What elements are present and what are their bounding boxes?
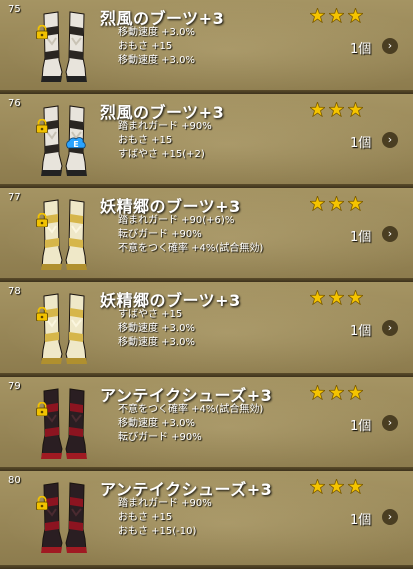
star-icon	[346, 477, 365, 495]
item-number: 80	[8, 475, 21, 486]
star-icon	[346, 383, 365, 401]
lock-icon[interactable]	[35, 306, 49, 322]
item-number: 78	[8, 286, 21, 297]
boots-image	[32, 102, 96, 180]
rating-stars	[308, 383, 367, 404]
lock-icon[interactable]	[35, 495, 49, 511]
rating-stars	[308, 100, 367, 121]
rating-stars	[308, 6, 367, 27]
chevron-right-icon[interactable]: ›	[382, 320, 398, 336]
item-stats: 踏まれガード +90% おもさ +15 すばやさ +15(+2)	[118, 120, 212, 162]
lock-icon[interactable]	[35, 118, 49, 134]
star-icon	[308, 288, 327, 306]
stat-line: おもさ +15(-10)	[118, 526, 197, 537]
stat-line: おもさ +15	[118, 41, 173, 52]
item-row[interactable]: 78 妖精郷のブーツ+3 すばやさ +15 移動速度 +3.0% 移動速度 +3.0%…	[0, 282, 413, 377]
boots-image	[32, 385, 96, 463]
item-number: 75	[8, 4, 21, 15]
lock-icon[interactable]	[35, 401, 49, 417]
stat-line: おもさ +15	[118, 512, 173, 523]
boots-image	[32, 290, 96, 368]
stat-line: 移動速度 +3.0%	[118, 55, 195, 66]
item-number: 77	[8, 192, 21, 203]
star-icon	[346, 100, 365, 118]
item-stats: 不意をつく確率 +4%(試合無効) 移動速度 +3.0% 転びガード +90%	[118, 403, 263, 445]
item-row[interactable]: 76 E 烈風のブーツ+3 踏まれガード +90% おもさ +15 すばやさ +15(+…	[0, 94, 413, 188]
stat-line: 踏まれガード +90%	[118, 498, 212, 509]
boots-image	[32, 196, 96, 274]
star-icon	[308, 100, 327, 118]
item-stats: 踏まれガード +90% おもさ +15 おもさ +15(-10)	[118, 497, 212, 539]
lock-icon[interactable]	[35, 24, 49, 40]
equipped-label: E	[73, 140, 78, 149]
star-icon	[327, 383, 346, 401]
item-quantity: 1個	[350, 324, 372, 339]
chevron-right-icon[interactable]: ›	[382, 226, 398, 242]
item-stats: 踏まれガード +90(+6)% 転びガード +90% 不意をつく確率 +4%(試合無…	[118, 214, 263, 256]
stat-line: 移動速度 +3.0%	[118, 337, 195, 348]
item-stats: 移動速度 +3.0% おもさ +15 移動速度 +3.0%	[118, 26, 195, 68]
lock-icon[interactable]	[35, 212, 49, 228]
item-quantity: 1個	[350, 513, 372, 528]
item-stats: すばやさ +15 移動速度 +3.0% 移動速度 +3.0%	[118, 308, 195, 350]
chevron-right-icon[interactable]: ›	[382, 132, 398, 148]
star-icon	[327, 477, 346, 495]
star-icon	[346, 6, 365, 24]
item-number: 79	[8, 381, 21, 392]
star-icon	[327, 6, 346, 24]
item-row[interactable]: 79 アンテイクシューズ+3 不意をつく確率 +4%(試合無効) 移動速度 +3.0…	[0, 377, 413, 471]
star-icon	[327, 194, 346, 212]
boots-image	[32, 8, 96, 86]
rating-stars	[308, 477, 367, 498]
item-row[interactable]: 77 妖精郷のブーツ+3 踏まれガード +90(+6)% 転びガード +90% 不意を…	[0, 188, 413, 282]
stat-line: すばやさ +15	[118, 309, 183, 320]
stat-line: 移動速度 +3.0%	[118, 27, 195, 38]
star-icon	[346, 288, 365, 306]
stat-line: 転びガード +90%	[118, 229, 202, 240]
item-row[interactable]: 80 アンテイクシューズ+3 踏まれガード +90% おもさ +15 おもさ +15(…	[0, 471, 413, 569]
star-icon	[327, 100, 346, 118]
item-quantity: 1個	[350, 230, 372, 245]
star-icon	[308, 477, 327, 495]
chevron-right-icon[interactable]: ›	[382, 509, 398, 525]
stat-line: 不意をつく確率 +4%(試合無効)	[118, 243, 264, 254]
stat-line: 転びガード +90%	[118, 432, 202, 443]
chevron-right-icon[interactable]: ›	[382, 415, 398, 431]
item-row[interactable]: 75 烈風のブーツ+3 移動速度 +3.0% おもさ +15 移動速度 +3.0% 1個…	[0, 0, 413, 94]
stat-line: 不意をつく確率 +4%(試合無効)	[118, 404, 264, 415]
rating-stars	[308, 194, 367, 215]
stat-line: 踏まれガード +90(+6)%	[118, 215, 235, 226]
item-list: 75 烈風のブーツ+3 移動速度 +3.0% おもさ +15 移動速度 +3.0% 1個…	[0, 0, 413, 569]
stat-line: おもさ +15	[118, 135, 173, 146]
chevron-right-icon[interactable]: ›	[382, 38, 398, 54]
item-quantity: 1個	[350, 42, 372, 57]
item-quantity: 1個	[350, 136, 372, 151]
stat-line: 移動速度 +3.0%	[118, 323, 195, 334]
star-icon	[327, 288, 346, 306]
rating-stars	[308, 288, 367, 309]
item-number: 76	[8, 98, 21, 109]
star-icon	[346, 194, 365, 212]
item-quantity: 1個	[350, 419, 372, 434]
stat-line: 移動速度 +3.0%	[118, 418, 195, 429]
stat-line: すばやさ +15(+2)	[118, 149, 205, 160]
boots-image	[32, 479, 96, 557]
star-icon	[308, 194, 327, 212]
star-icon	[308, 6, 327, 24]
equipped-badge-icon: E	[66, 135, 86, 149]
star-icon	[308, 383, 327, 401]
stat-line: 踏まれガード +90%	[118, 121, 212, 132]
